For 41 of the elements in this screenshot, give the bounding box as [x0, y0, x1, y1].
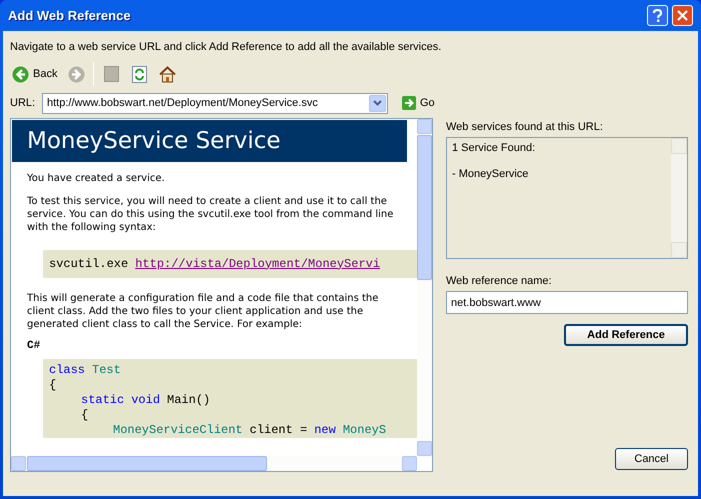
- go-arrow-icon: [402, 96, 416, 110]
- code-token: static: [81, 393, 124, 408]
- code-token: client =: [250, 423, 308, 438]
- language-label: C#: [27, 340, 42, 353]
- page-heading: MoneyService Service: [12, 120, 407, 162]
- window-title: Add Web Reference: [8, 6, 132, 25]
- code-token: MoneyS: [342, 423, 386, 438]
- code-token: {: [81, 408, 88, 423]
- page-icon: [104, 66, 119, 82]
- services-label: Web services found at this URL:: [446, 120, 604, 133]
- paragraph-text: You have created a service.: [27, 172, 166, 185]
- close-icon: [677, 10, 688, 21]
- service-line: 1 Service Found:: [452, 142, 536, 155]
- paragraph-text: This will generate a configuration file and a code file that contains the client class. Add the two files to your client application and use the generated client class to call the Service. For example:: [27, 292, 380, 331]
- add-reference-button[interactable]: Add Reference: [564, 324, 688, 346]
- question-mark-icon: [652, 8, 663, 22]
- code-token: Main(): [167, 393, 210, 408]
- url-label: URL:: [10, 96, 36, 111]
- home-icon: [158, 66, 176, 82]
- code-token: Test: [92, 363, 121, 378]
- paragraph-text: To test this service, you will need to create a client and use it to call the service. You can do this using the svcutil.exe tool from the command line with the following syntax:: [27, 195, 394, 234]
- service-link[interactable]: http://vista/Deployment/MoneyServi: [135, 258, 380, 270]
- code-token: MoneyServiceClient: [113, 423, 243, 438]
- cancel-button[interactable]: Cancel: [615, 448, 688, 470]
- close-button[interactable]: [672, 5, 693, 26]
- instruction-text: Navigate to a web service URL and click Add Reference to add all the available services.: [10, 40, 442, 55]
- reference-name-label: Web reference name:: [446, 274, 553, 287]
- service-line: - MoneyService: [452, 168, 530, 181]
- go-button[interactable]: Go: [402, 94, 435, 112]
- command-text: svcutil.exe: [49, 258, 128, 270]
- code-token: new: [314, 423, 336, 438]
- code-token: {: [49, 378, 56, 393]
- code-token: void: [131, 393, 160, 408]
- help-button[interactable]: [647, 5, 668, 26]
- vertical-scrollbar[interactable]: [417, 119, 432, 456]
- horizontal-scrollbar[interactable]: [11, 456, 417, 471]
- code-token: class: [49, 363, 86, 378]
- refresh-icon: [132, 66, 147, 82]
- url-combobox[interactable]: http://www.bobswart.net/Deployment/MoneyService.svc: [42, 92, 388, 114]
- back-button[interactable]: Back: [10, 63, 60, 85]
- reference-name-field[interactable]: net.bobswart.www: [446, 291, 688, 314]
